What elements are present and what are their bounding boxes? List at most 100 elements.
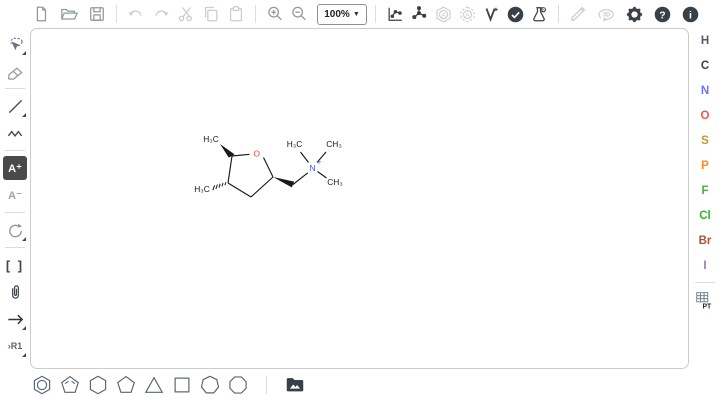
dearomatize-icon: A [458, 5, 477, 24]
layout-button[interactable] [384, 3, 406, 25]
cyclopropane-icon [143, 374, 165, 396]
s-group-button[interactable]: [ ] [3, 253, 27, 277]
atom-label-oxygen[interactable]: O [254, 148, 261, 158]
help-button[interactable]: ? [651, 3, 673, 25]
clean-up-icon [410, 5, 428, 23]
zoom-level-value: 100% [324, 9, 350, 20]
template-cyclopropane-button[interactable] [142, 373, 166, 397]
zoom-level-select[interactable]: 100% ▼ [317, 4, 367, 25]
toolbar-divider [5, 150, 25, 151]
save-icon [88, 5, 106, 23]
atom-label-methyl[interactable]: H₃C [194, 184, 210, 194]
template-cyclobutane-button[interactable] [170, 373, 194, 397]
bottom-toolbar [30, 370, 307, 400]
top-toolbar: 100% ▼ [0, 0, 720, 28]
template-cyclopentane-button[interactable] [114, 373, 138, 397]
atom-label-methyl[interactable]: H₃C [287, 139, 303, 149]
clean-up-button[interactable] [408, 3, 430, 25]
single-bond-button[interactable] [3, 94, 27, 118]
charge-plus-button[interactable]: A⁺ [3, 156, 27, 180]
dropdown-corner-icon [22, 113, 26, 117]
template-library-icon [284, 374, 306, 396]
charge-minus-button[interactable]: A⁻ [3, 183, 27, 207]
cyclopentane-icon [115, 374, 137, 396]
bond-c3-c4[interactable] [228, 183, 251, 197]
atom-button-cl[interactable]: Cl [693, 205, 717, 227]
charge-minus-label: A⁻ [8, 189, 22, 202]
atom-symbol: F [701, 185, 708, 197]
atom-button-s[interactable]: S [693, 130, 717, 152]
cyclohexane-icon [87, 374, 109, 396]
bond-o-c2[interactable] [264, 158, 274, 178]
3d-viewer-button[interactable]: 3D [595, 3, 617, 25]
atom-button-br[interactable]: Br [693, 230, 717, 252]
toolbar-divider [558, 5, 559, 23]
atom-symbol: Br [699, 235, 712, 247]
atom-label-methyl[interactable]: CH₃ [327, 177, 343, 187]
recognize-button[interactable] [567, 3, 589, 25]
bond-c2-c3[interactable] [251, 177, 273, 197]
charge-plus-label[interactable]: + [317, 157, 322, 167]
rotate-button[interactable] [3, 218, 27, 242]
bond-n-methyl-nw[interactable] [301, 152, 309, 163]
atom-button-o[interactable]: O [693, 105, 717, 127]
wedge-bond-c5-methyl[interactable] [220, 144, 235, 158]
atom-label-nitrogen[interactable]: N [309, 163, 315, 173]
aromatize-button[interactable]: A [432, 3, 454, 25]
file-group [30, 3, 108, 25]
bond-n-methyl-se[interactable] [318, 172, 327, 179]
clear-canvas-button[interactable] [30, 3, 52, 25]
attach-button[interactable] [3, 280, 27, 304]
hash-bond-c4-methyl[interactable] [213, 182, 226, 190]
atom-button-p[interactable]: P [693, 155, 717, 177]
atom-symbol: C [701, 60, 709, 72]
toolbar-divider [375, 5, 376, 23]
save-button[interactable] [86, 3, 108, 25]
erase-button[interactable] [3, 59, 27, 83]
benzene-icon [31, 374, 53, 396]
gear-icon [625, 5, 644, 24]
atom-button-n[interactable]: N [693, 80, 717, 102]
wedge-bond-c2-ch2[interactable] [273, 177, 294, 187]
template-cyclohexane-button[interactable] [86, 373, 110, 397]
paste-button[interactable] [225, 3, 247, 25]
template-cyclooctane-button[interactable] [226, 373, 250, 397]
bond-ch2-n[interactable] [293, 173, 308, 185]
template-cyclopentadiene-button[interactable] [58, 373, 82, 397]
bond-c5-o[interactable] [232, 154, 250, 156]
atom-button-c[interactable]: C [693, 55, 717, 77]
atom-button-f[interactable]: F [693, 180, 717, 202]
about-button[interactable]: i [679, 3, 701, 25]
r-group-button[interactable]: ›R1 [3, 334, 27, 358]
dearomatize-button[interactable]: A [456, 3, 478, 25]
periodic-table-button[interactable]: PT [693, 288, 717, 312]
open-button[interactable] [58, 3, 80, 25]
zoom-in-button[interactable] [264, 3, 286, 25]
undo-button[interactable] [125, 3, 147, 25]
zoom-out-button[interactable] [288, 3, 310, 25]
template-cycloheptane-button[interactable] [198, 373, 222, 397]
molecule-structure[interactable]: H₃C O H₃C N + H₃C CH₃ CH₃ [160, 125, 390, 225]
check-structure-button[interactable] [504, 3, 526, 25]
settings-button[interactable] [623, 3, 645, 25]
molecule-editor: 100% ▼ [0, 0, 720, 400]
template-benzene-button[interactable] [30, 373, 54, 397]
template-library-button[interactable] [283, 373, 307, 397]
calculated-values-button[interactable]: b [528, 3, 550, 25]
chain-button[interactable] [3, 121, 27, 145]
cycloheptane-icon [199, 374, 221, 396]
bond-c4-c5[interactable] [228, 156, 232, 183]
atom-button-h[interactable]: H [693, 30, 717, 52]
copy-button[interactable] [200, 3, 222, 25]
lasso-selection-button[interactable] [3, 32, 27, 56]
atom-label-methyl[interactable]: CH₃ [326, 139, 342, 149]
reaction-arrow-button[interactable] [3, 307, 27, 331]
atom-label-methyl[interactable]: H₃C [203, 134, 219, 144]
atom-button-i[interactable]: I [693, 255, 717, 277]
dropdown-corner-icon [22, 51, 26, 55]
cut-button[interactable] [175, 3, 197, 25]
redo-button[interactable] [150, 3, 172, 25]
calculate-cip-button[interactable] [480, 3, 502, 25]
left-toolbar: A⁺ A⁻ [ ] [0, 28, 30, 358]
new-document-icon [32, 5, 50, 23]
